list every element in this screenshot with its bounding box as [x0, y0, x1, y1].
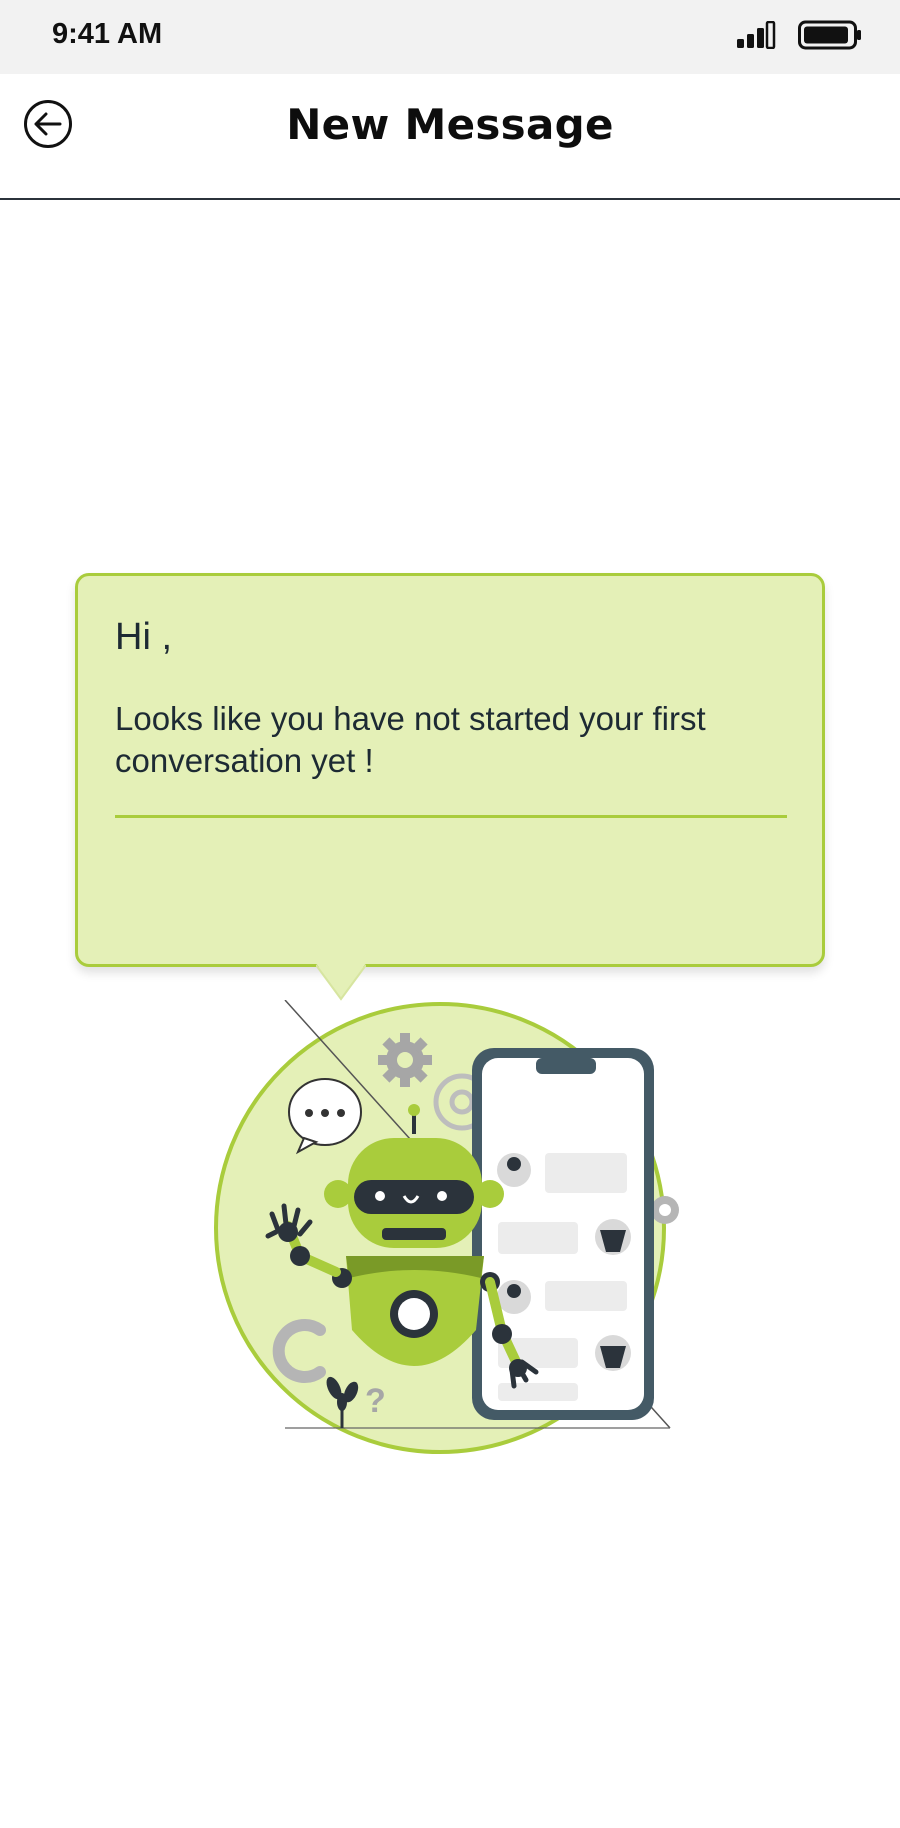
- bubble-tail: [316, 963, 366, 1001]
- header: New Message: [0, 74, 900, 200]
- status-bar: 9:41 AM: [0, 0, 900, 74]
- status-icons: [736, 20, 862, 50]
- gear-icon: [378, 1033, 432, 1087]
- empty-state-bubble: Hi , Looks like you have not started you…: [75, 573, 825, 967]
- question-mark-icon: ?: [365, 1382, 386, 1420]
- battery-icon: [798, 20, 861, 50]
- signal-icon: [737, 21, 776, 49]
- phone-illustration: [472, 1048, 654, 1420]
- status-time: 9:41 AM: [52, 18, 163, 50]
- empty-state-message: Looks like you have not started your fir…: [115, 700, 706, 779]
- divider: [115, 815, 787, 818]
- page-title: New Message: [286, 100, 614, 149]
- chatbot-illustration: ?: [214, 1000, 679, 1454]
- small-gear-icon: [651, 1196, 679, 1224]
- greeting-text: Hi ,: [115, 616, 172, 658]
